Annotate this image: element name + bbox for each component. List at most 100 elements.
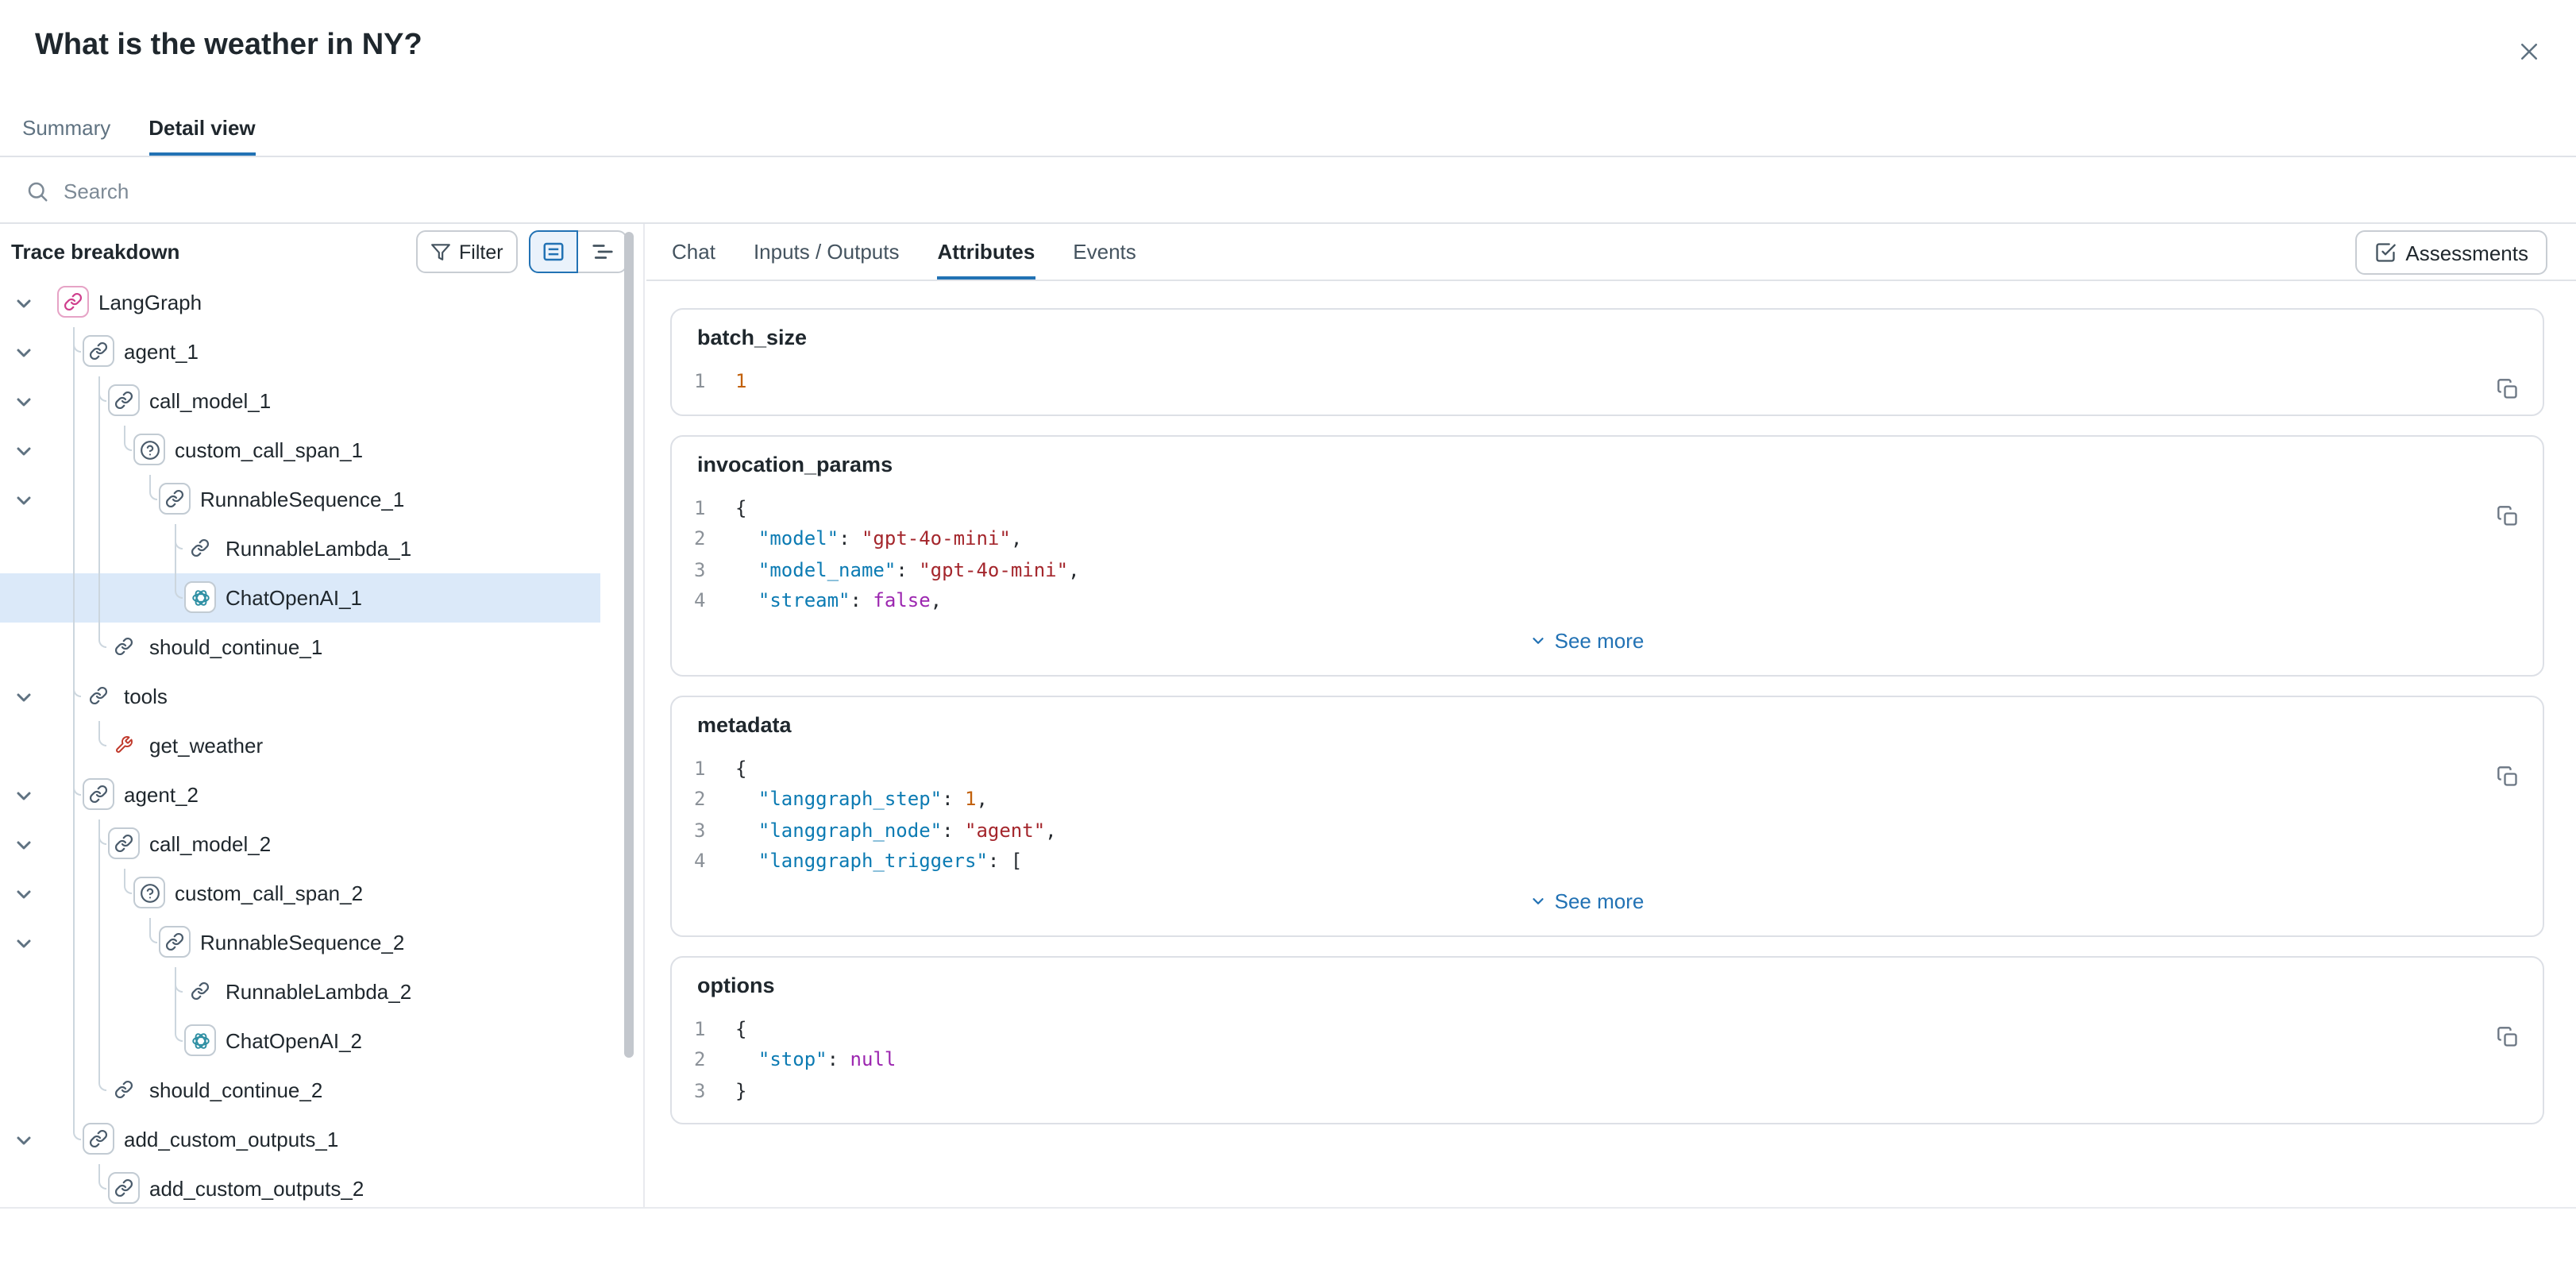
- assessments-button[interactable]: Assessments: [2354, 230, 2547, 275]
- tree-row-get_weather[interactable]: get_weather: [0, 721, 600, 770]
- copy-icon[interactable]: [2492, 499, 2524, 531]
- tree-row-RunnableSequence_1[interactable]: RunnableSequence_1: [0, 475, 600, 524]
- tree-row-RunnableSequence_2[interactable]: RunnableSequence_2: [0, 918, 600, 967]
- tree-row-custom_call_span_1[interactable]: custom_call_span_1: [0, 426, 600, 475]
- chevron-down-icon[interactable]: [14, 686, 33, 705]
- code-text: {: [735, 754, 746, 785]
- tree-guide-elbow: [149, 475, 157, 500]
- tree-guide-line: [98, 426, 100, 475]
- span-tree: LangGraph agent_1 call_model_1 custom_ca…: [0, 278, 643, 1207]
- link-icon: [83, 680, 114, 711]
- chevron-down-icon[interactable]: [14, 883, 33, 902]
- line-number: 3: [694, 816, 716, 846]
- tree-guide-line: [98, 967, 100, 1016]
- tree-row-label: ChatOpenAI_2: [226, 1016, 362, 1066]
- chevron-down-icon[interactable]: [14, 785, 33, 804]
- filter-button-label: Filter: [459, 241, 503, 263]
- tree-row-agent_1[interactable]: agent_1: [0, 327, 600, 376]
- tree-row-label: should_continue_2: [149, 1066, 322, 1115]
- line-number: 2: [694, 785, 716, 816]
- tab-attributes[interactable]: Attributes: [938, 224, 1035, 280]
- code-line: 1{: [694, 1014, 2479, 1045]
- tree-row-label: agent_1: [124, 327, 199, 376]
- tree-scrollbar[interactable]: [624, 232, 634, 1058]
- tab-events[interactable]: Events: [1073, 224, 1136, 280]
- tab-detail-view[interactable]: Detail view: [148, 98, 255, 156]
- copy-icon[interactable]: [2492, 760, 2524, 792]
- line-number: 1: [694, 367, 716, 398]
- copy-icon[interactable]: [2492, 1020, 2524, 1052]
- tree-row-should_continue_1[interactable]: should_continue_1: [0, 623, 600, 672]
- tree-view-toggle-button[interactable]: [529, 230, 578, 273]
- tree-guide-elbow: [149, 918, 157, 943]
- tree-guide-elbow: [98, 376, 106, 402]
- tree-row-add_custom_outputs_1[interactable]: add_custom_outputs_1: [0, 1115, 600, 1164]
- tree-row-should_continue_2[interactable]: should_continue_2: [0, 1066, 600, 1115]
- timeline-view-toggle-button[interactable]: [578, 230, 627, 273]
- link-icon: [108, 384, 140, 416]
- chevron-down-icon[interactable]: [14, 1129, 33, 1148]
- trace-modal: What is the weather in NY? Summary Detai…: [0, 0, 2576, 1261]
- link-icon: [159, 926, 191, 958]
- code-text: "model": "gpt-4o-mini",: [735, 524, 1022, 555]
- model-icon: [184, 1024, 216, 1056]
- tree-guide-elbow: [98, 1164, 106, 1190]
- tree-row-label: RunnableSequence_2: [200, 918, 404, 967]
- line-number: 2: [694, 524, 716, 555]
- code-line: 1{: [694, 754, 2479, 785]
- attribute-card-title: batch_size: [672, 310, 2543, 361]
- tree-row-LangGraph[interactable]: LangGraph: [0, 278, 600, 327]
- tree-guide-line: [98, 524, 100, 573]
- link-icon: [83, 778, 114, 810]
- bottom-divider: [0, 1207, 2576, 1209]
- chevron-down-icon[interactable]: [14, 440, 33, 459]
- code-text: "model_name": "gpt-4o-mini",: [735, 555, 1080, 586]
- tree-row-RunnableLambda_2[interactable]: RunnableLambda_2: [0, 967, 600, 1016]
- tree-guide-line: [98, 573, 100, 623]
- line-number: 4: [694, 586, 716, 617]
- tree-guide-elbow: [73, 1115, 81, 1140]
- tree-guide-elbow: [175, 573, 183, 599]
- tree-row-call_model_2[interactable]: call_model_2: [0, 819, 600, 869]
- link-icon: [184, 975, 216, 1007]
- tree-row-label: RunnableLambda_1: [226, 524, 411, 573]
- attribute-card-body: 1{2 "model": "gpt-4o-mini",3 "model_name…: [672, 487, 2543, 674]
- tab-inputs-outputs[interactable]: Inputs / Outputs: [754, 224, 900, 280]
- tree-row-ChatOpenAI_1[interactable]: ChatOpenAI_1: [0, 573, 600, 623]
- code-line: 3 "model_name": "gpt-4o-mini",: [694, 555, 2479, 586]
- tree-guide-line: [73, 869, 75, 918]
- copy-icon[interactable]: [2492, 373, 2524, 405]
- wrench-icon: [108, 729, 140, 761]
- chevron-down-icon[interactable]: [14, 292, 33, 311]
- code-text: {: [735, 493, 746, 524]
- page-title: What is the weather in NY?: [35, 29, 422, 64]
- tree-row-RunnableLambda_1[interactable]: RunnableLambda_1: [0, 524, 600, 573]
- tree-row-ChatOpenAI_2[interactable]: ChatOpenAI_2: [0, 1016, 600, 1066]
- see-more-link[interactable]: See more: [694, 877, 2479, 919]
- tab-summary[interactable]: Summary: [22, 98, 110, 156]
- tree-guide-line: [73, 967, 75, 1016]
- tree-row-custom_call_span_2[interactable]: custom_call_span_2: [0, 869, 600, 918]
- code-line: 3}: [694, 1076, 2479, 1107]
- chevron-down-icon[interactable]: [14, 834, 33, 853]
- line-number: 3: [694, 1076, 716, 1107]
- tree-row-add_custom_outputs_2[interactable]: add_custom_outputs_2: [0, 1164, 600, 1207]
- tree-row-tools[interactable]: tools: [0, 672, 600, 721]
- chevron-down-icon[interactable]: [14, 932, 33, 951]
- checklist-icon: [2374, 241, 2396, 264]
- chevron-down-icon[interactable]: [14, 391, 33, 410]
- close-icon[interactable]: [2512, 35, 2544, 67]
- tree-row-call_model_1[interactable]: call_model_1: [0, 376, 600, 426]
- tree-row-agent_2[interactable]: agent_2: [0, 770, 600, 819]
- tree-guide-line: [73, 376, 75, 426]
- chevron-down-icon[interactable]: [14, 341, 33, 361]
- tab-chat[interactable]: Chat: [672, 224, 715, 280]
- card-options: options 1{2 "stop": null3}: [670, 955, 2544, 1124]
- chevron-down-icon[interactable]: [14, 489, 33, 508]
- line-number: 3: [694, 555, 716, 586]
- search-input[interactable]: [64, 179, 2551, 202]
- tree-guide-line: [73, 819, 75, 869]
- see-more-link[interactable]: See more: [694, 617, 2479, 658]
- tree-row-label: add_custom_outputs_2: [149, 1164, 364, 1207]
- filter-button[interactable]: Filter: [416, 230, 518, 273]
